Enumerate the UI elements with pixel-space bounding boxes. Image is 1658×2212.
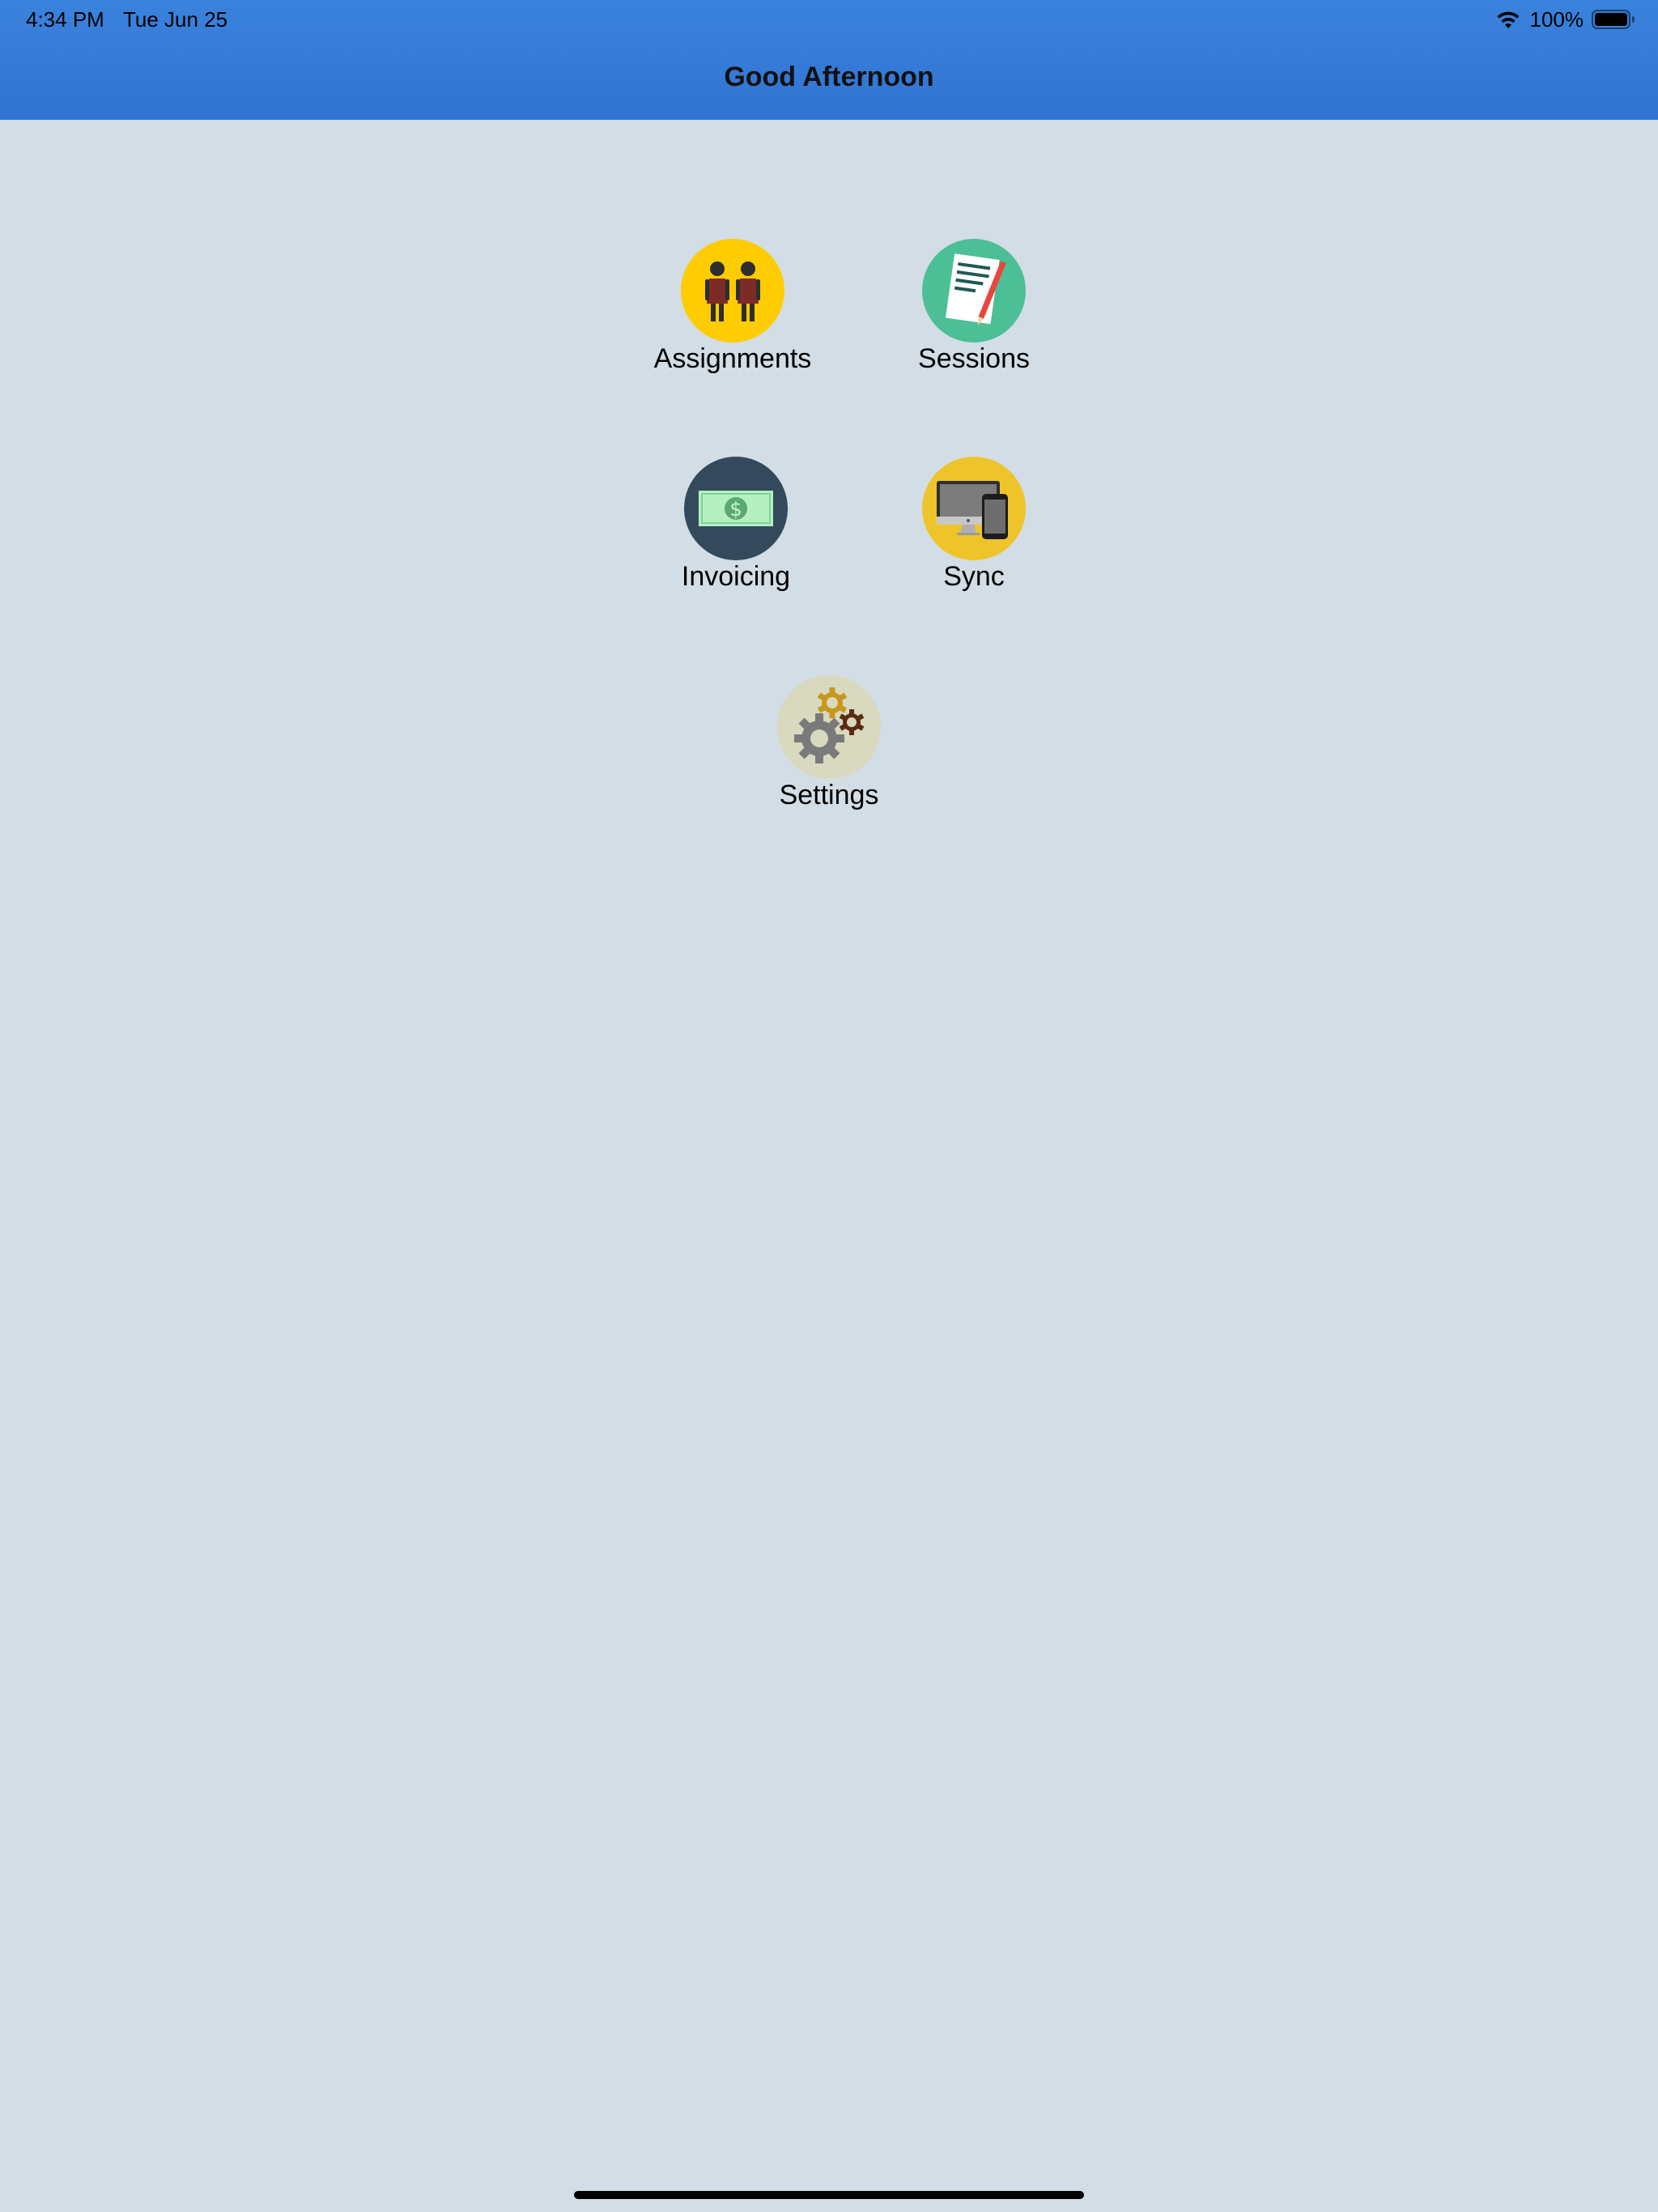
home-indicator[interactable] (574, 2191, 1084, 2199)
sessions-label: Sessions (918, 343, 1030, 374)
invoicing-button[interactable]: $ Invoicing (631, 457, 841, 593)
battery-icon (1592, 10, 1635, 29)
assignments-label: Assignments (653, 343, 812, 374)
page-title: Good Afternoon (724, 62, 934, 92)
dollar-bill-icon: $ (684, 457, 788, 560)
status-indicators: 100% (1494, 6, 1636, 32)
sessions-button[interactable]: Sessions (869, 239, 1079, 376)
sync-label: Sync (943, 561, 1005, 592)
battery-percentage: 100% (1529, 6, 1584, 32)
sync-button[interactable]: Sync (869, 457, 1079, 593)
assignments-button[interactable]: Assignments (627, 239, 838, 376)
invoicing-label: Invoicing (681, 561, 791, 592)
settings-button[interactable]: Settings (724, 675, 934, 812)
two-people-icon (681, 239, 784, 342)
document-pencil-icon (922, 239, 1026, 342)
wifi-icon (1497, 11, 1519, 28)
navigation-header: 4:34 PM Tue Jun 25 100% Good Afternoon (0, 0, 1658, 120)
computer-phone-icon (922, 457, 1026, 560)
status-time: 4:34 PM (26, 7, 104, 32)
gears-icon (777, 675, 881, 779)
settings-label: Settings (779, 780, 879, 810)
status-date: Tue Jun 25 (123, 7, 228, 32)
svg-text:$: $ (729, 498, 742, 521)
